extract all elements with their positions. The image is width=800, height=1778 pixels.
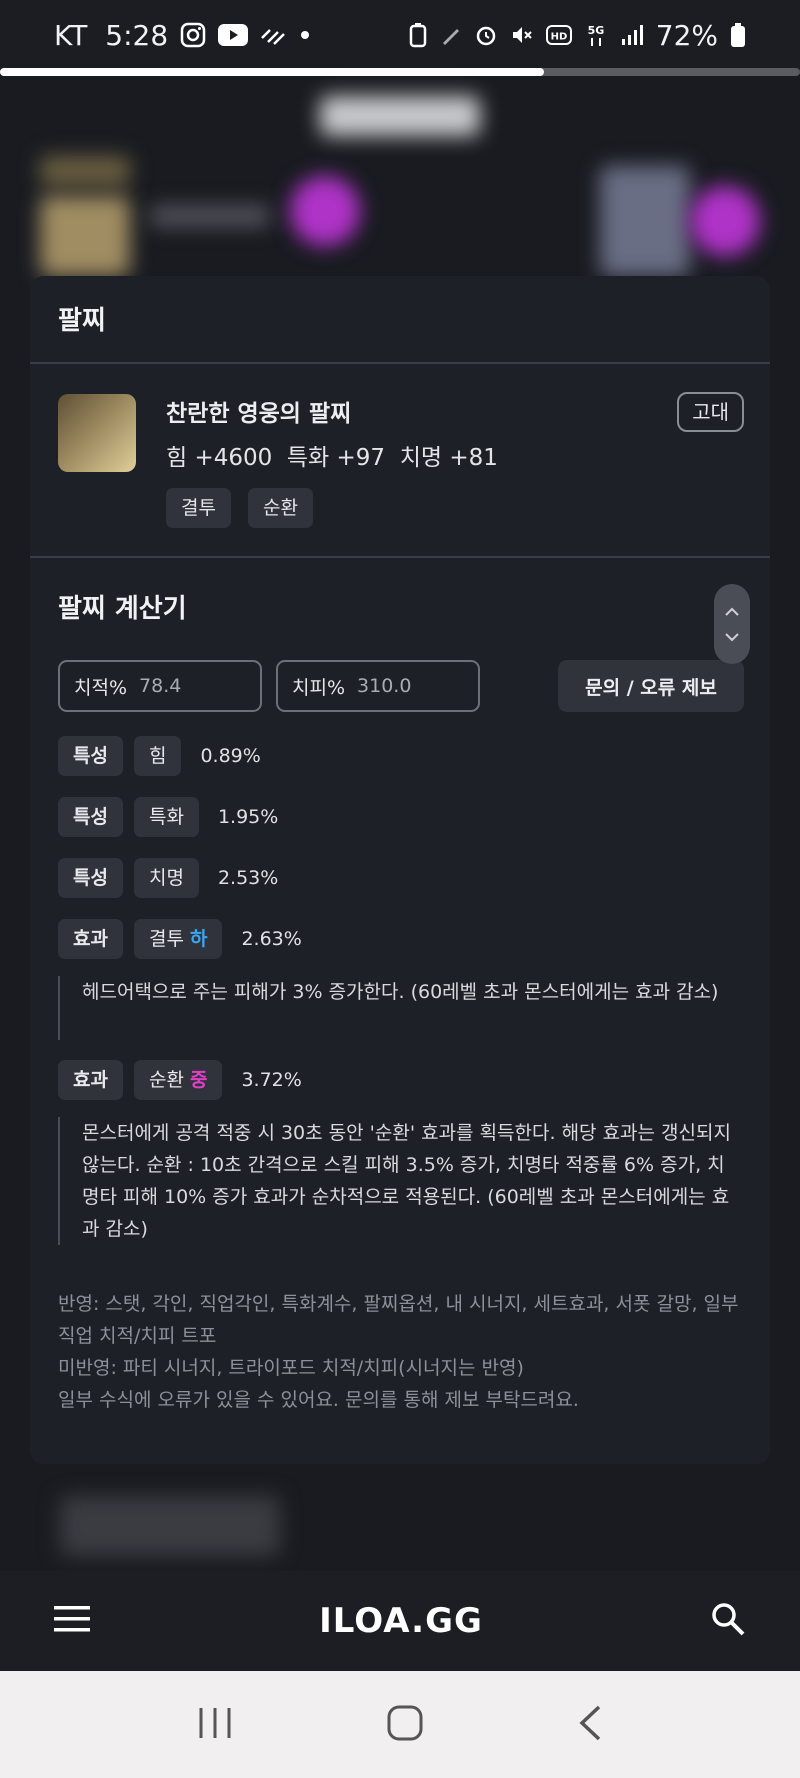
crit-rate-label: 치적% bbox=[74, 676, 128, 699]
item-tag: 순환 bbox=[248, 488, 313, 528]
blurred-text bbox=[150, 206, 270, 226]
crit-rate-field[interactable]: 치적% bbox=[58, 660, 262, 712]
name-chip: 특화 bbox=[133, 797, 199, 837]
page-load-progress-fill bbox=[0, 68, 544, 76]
name-chip: 순환 중 bbox=[133, 1060, 223, 1100]
blurred-footer-block bbox=[60, 1496, 280, 1556]
status-bar: KT 5:28 HD 5G 72% bbox=[0, 0, 800, 70]
blurred-orb bbox=[290, 176, 360, 246]
home-button[interactable] bbox=[386, 1704, 424, 1746]
type-chip: 특성 bbox=[58, 736, 123, 776]
effect-level: 하 bbox=[189, 928, 208, 950]
bracelet-modal: 팔찌 찬란한 영웅의 팔찌 힘 +4600 특화 +97 치명 +81 고대 결… bbox=[30, 276, 770, 1464]
effect-level: 중 bbox=[189, 1069, 208, 1091]
crit-damage-input[interactable] bbox=[357, 675, 458, 697]
system-nav-bar bbox=[0, 1671, 800, 1778]
stat-value: 3.72% bbox=[241, 1069, 302, 1091]
battery-icon bbox=[730, 22, 746, 48]
crit-rate-input[interactable] bbox=[139, 675, 240, 697]
effect-name: 결투 bbox=[148, 928, 184, 950]
signal-icon bbox=[620, 24, 644, 46]
svg-text:HD: HD bbox=[550, 32, 567, 43]
blurred-orb-2 bbox=[690, 186, 760, 256]
recent-apps-button[interactable] bbox=[197, 1706, 233, 1744]
svg-text:5G: 5G bbox=[587, 24, 604, 37]
name-chip: 치명 bbox=[133, 858, 199, 898]
item-thumbnail bbox=[58, 394, 136, 472]
type-chip: 특성 bbox=[58, 858, 123, 898]
calculator-notes: 반영: 스탯, 각인, 직업각인, 특화계수, 팔찌옵션, 내 시너지, 세트효… bbox=[58, 1288, 758, 1416]
youtube-icon bbox=[218, 24, 249, 46]
5g-icon: 5G bbox=[584, 22, 608, 48]
stat-value: 1.95% bbox=[217, 806, 279, 828]
effect-description: 헤드어택으로 주는 피해가 3% 증가한다. (60레벨 초과 몬스터에게는 효… bbox=[58, 976, 738, 1040]
stat-row: 특성 힘 0.89% bbox=[58, 736, 261, 776]
crit-damage-label: 치피% bbox=[292, 676, 346, 699]
alarm-icon bbox=[474, 23, 498, 47]
divider bbox=[30, 362, 770, 364]
blurred-item bbox=[40, 156, 130, 186]
sync-icon bbox=[260, 24, 286, 46]
instagram-icon bbox=[180, 22, 206, 48]
blurred-thumb bbox=[40, 196, 130, 276]
app-bottom-bar: ILOA.GG bbox=[0, 1571, 800, 1671]
menu-icon[interactable] bbox=[54, 1605, 92, 1637]
hd-icon: HD bbox=[545, 25, 572, 45]
stat-value: 0.89% bbox=[200, 745, 261, 767]
note-line: 일부 수식에 오류가 있을 수 있어요. 문의를 통해 제보 부탁드려요. bbox=[58, 1389, 579, 1411]
dot-icon bbox=[298, 28, 312, 42]
effect-description: 몬스터에게 공격 적중 시 30초 동안 '순환' 효과를 획득한다. 해당 효… bbox=[58, 1117, 738, 1245]
clock: 5:28 bbox=[105, 18, 169, 52]
item-name: 찬란한 영웅의 팔찌 bbox=[166, 401, 352, 427]
divider bbox=[30, 556, 770, 558]
page-load-progress bbox=[0, 68, 800, 76]
item-tag: 결투 bbox=[166, 488, 231, 528]
effect-row: 효과 순환 중 3.72% bbox=[58, 1060, 302, 1100]
scroll-stepper[interactable] bbox=[714, 584, 750, 664]
mute-icon bbox=[510, 23, 534, 47]
calculator-title: 팔찌 계산기 bbox=[58, 594, 187, 624]
back-button[interactable] bbox=[577, 1704, 603, 1746]
type-chip: 효과 bbox=[58, 919, 123, 959]
crit-damage-field[interactable]: 치피% bbox=[276, 660, 480, 712]
modal-title: 팔찌 bbox=[58, 306, 106, 336]
search-icon[interactable] bbox=[710, 1601, 746, 1641]
item-stats: 힘 +4600 특화 +97 치명 +81 bbox=[166, 445, 498, 471]
report-button[interactable]: 문의 / 오류 제보 bbox=[558, 660, 744, 712]
type-chip: 효과 bbox=[58, 1060, 123, 1100]
battery-saver-icon bbox=[408, 22, 428, 48]
stat-value: 2.63% bbox=[241, 928, 302, 950]
carrier-label: KT bbox=[54, 18, 88, 52]
grade-badge: 고대 bbox=[677, 392, 744, 432]
blurred-thumb-2 bbox=[600, 166, 690, 276]
chevron-down-icon[interactable] bbox=[724, 627, 740, 646]
effect-row: 효과 결투 하 2.63% bbox=[58, 919, 302, 959]
type-chip: 특성 bbox=[58, 797, 123, 837]
battery-percent: 72% bbox=[655, 18, 718, 52]
name-chip: 결투 하 bbox=[133, 919, 223, 959]
stat-row: 특성 특화 1.95% bbox=[58, 797, 278, 837]
pen-icon bbox=[440, 24, 462, 46]
stat-row: 특성 치명 2.53% bbox=[58, 858, 278, 898]
note-line: 미반영: 파티 시너지, 트라이포드 치적/치피(시너지는 반영) bbox=[58, 1357, 524, 1379]
site-logo[interactable]: ILOA.GG bbox=[319, 1601, 483, 1641]
note-line: 반영: 스탯, 각인, 직업각인, 특화계수, 팔찌옵션, 내 시너지, 세트효… bbox=[58, 1293, 739, 1347]
effect-name: 순환 bbox=[148, 1069, 184, 1091]
blurred-heading bbox=[320, 96, 480, 136]
chevron-up-icon[interactable] bbox=[724, 602, 740, 621]
stat-value: 2.53% bbox=[217, 867, 279, 889]
name-chip: 힘 bbox=[133, 736, 182, 776]
